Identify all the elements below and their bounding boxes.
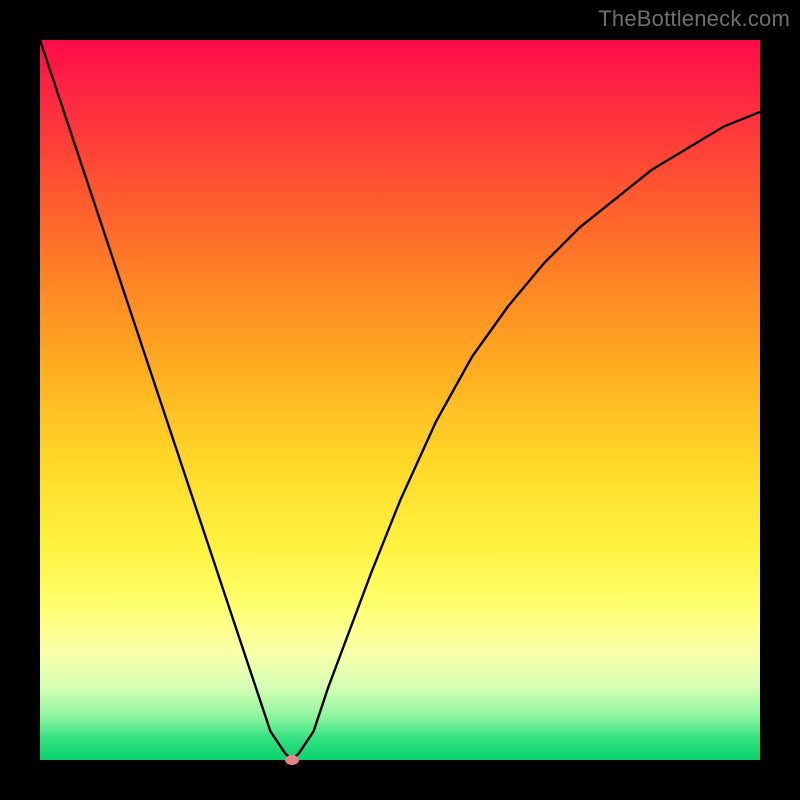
minimum-point-marker xyxy=(285,755,299,765)
plot-area xyxy=(40,40,760,760)
bottleneck-curve xyxy=(40,40,760,760)
chart-frame: TheBottleneck.com xyxy=(0,0,800,800)
watermark-text: TheBottleneck.com xyxy=(598,6,790,32)
curve-layer xyxy=(40,40,760,760)
